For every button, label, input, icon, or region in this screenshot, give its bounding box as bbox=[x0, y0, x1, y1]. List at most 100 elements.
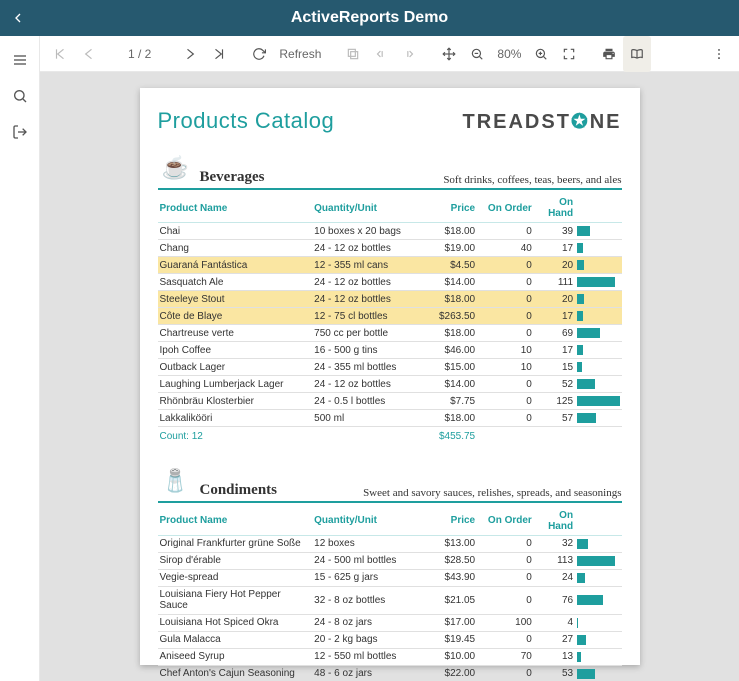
cell: $14.00 bbox=[420, 274, 477, 291]
column-header: Price bbox=[420, 194, 477, 223]
cell: $15.00 bbox=[420, 359, 477, 376]
cell: 0 bbox=[477, 376, 534, 393]
move-icon[interactable] bbox=[435, 36, 463, 72]
table-row: Outback Lager24 - 355 ml bottles$15.0010… bbox=[158, 359, 622, 376]
page-surface[interactable]: Products Catalog TREADST✪NE ☕BeveragesSo… bbox=[40, 72, 739, 681]
cell: 52 bbox=[534, 376, 575, 393]
cell: Louisiana Fiery Hot Pepper Sauce bbox=[158, 586, 313, 614]
export-icon[interactable] bbox=[0, 114, 40, 150]
cell: 15 - 625 g jars bbox=[312, 569, 420, 586]
left-rail bbox=[0, 36, 40, 681]
history-fwd-icon[interactable] bbox=[395, 36, 423, 72]
cell: Aniseed Syrup bbox=[158, 648, 313, 665]
cell: 12 - 550 ml bottles bbox=[312, 648, 420, 665]
cell: 0 bbox=[477, 631, 534, 648]
table-row: Vegie-spread15 - 625 g jars$43.90024 bbox=[158, 569, 622, 586]
toolbar: 1 / 2 Refresh bbox=[40, 36, 739, 72]
cell: 76 bbox=[534, 586, 575, 614]
cell: 24 - 355 ml bottles bbox=[312, 359, 420, 376]
next-page-icon[interactable] bbox=[177, 36, 205, 72]
back-button[interactable] bbox=[10, 0, 26, 36]
cell: 32 - 8 oz bottles bbox=[312, 586, 420, 614]
table-row: Aniseed Syrup12 - 550 ml bottles$10.0070… bbox=[158, 648, 622, 665]
table-row: Gula Malacca20 - 2 kg bags$19.45027 bbox=[158, 631, 622, 648]
table-row: Laughing Lumberjack Lager24 - 12 oz bott… bbox=[158, 376, 622, 393]
cell: $43.90 bbox=[420, 569, 477, 586]
page-indicator[interactable]: 1 / 2 bbox=[122, 47, 157, 61]
report-section: 🧂CondimentsSweet and savory sauces, reli… bbox=[158, 463, 622, 681]
bar-cell bbox=[575, 569, 621, 586]
cell: 10 bbox=[477, 359, 534, 376]
print-icon[interactable] bbox=[595, 36, 623, 72]
cell: 4 bbox=[534, 614, 575, 631]
cell: 111 bbox=[534, 274, 575, 291]
cell: 17 bbox=[534, 308, 575, 325]
menu-icon[interactable] bbox=[0, 42, 40, 78]
table-row: Côte de Blaye12 - 75 cl bottles$263.5001… bbox=[158, 308, 622, 325]
cell: 70 bbox=[477, 648, 534, 665]
cell: $18.00 bbox=[420, 410, 477, 427]
cell: 53 bbox=[534, 665, 575, 681]
cell: 0 bbox=[477, 665, 534, 681]
bar-cell bbox=[575, 665, 621, 681]
table-row: Sasquatch Ale24 - 12 oz bottles$14.00011… bbox=[158, 274, 622, 291]
search-icon[interactable] bbox=[0, 78, 40, 114]
cell: 12 boxes bbox=[312, 535, 420, 552]
cell: $18.00 bbox=[420, 223, 477, 240]
report-page: Products Catalog TREADST✪NE ☕BeveragesSo… bbox=[140, 88, 640, 665]
cell: $13.00 bbox=[420, 535, 477, 552]
cell: 0 bbox=[477, 569, 534, 586]
refresh-label[interactable]: Refresh bbox=[273, 47, 327, 61]
zoom-level[interactable]: 80% bbox=[491, 47, 527, 61]
history-back-icon[interactable] bbox=[367, 36, 395, 72]
more-icon[interactable] bbox=[705, 36, 733, 72]
cell: 0 bbox=[477, 291, 534, 308]
cell: 69 bbox=[534, 325, 575, 342]
bar-cell bbox=[575, 393, 621, 410]
zoom-out-icon[interactable] bbox=[463, 36, 491, 72]
cell: $14.00 bbox=[420, 376, 477, 393]
cell: 500 ml bbox=[312, 410, 420, 427]
table-footer: Count: 12$455.75 bbox=[158, 427, 622, 445]
gallery-icon[interactable] bbox=[339, 36, 367, 72]
cell: 48 - 6 oz jars bbox=[312, 665, 420, 681]
zoom-in-icon[interactable] bbox=[527, 36, 555, 72]
bar-cell bbox=[575, 325, 621, 342]
cell: 100 bbox=[477, 614, 534, 631]
section-desc: Sweet and savory sauces, relishes, sprea… bbox=[363, 487, 621, 499]
cell: 750 cc per bottle bbox=[312, 325, 420, 342]
single-page-icon[interactable] bbox=[623, 36, 651, 72]
cell: 0 bbox=[477, 223, 534, 240]
bar-cell bbox=[575, 552, 621, 569]
cell: 20 bbox=[534, 257, 575, 274]
cell: 0 bbox=[477, 274, 534, 291]
table-row: Guaraná Fantástica12 - 355 ml cans$4.500… bbox=[158, 257, 622, 274]
cell: Guaraná Fantástica bbox=[158, 257, 313, 274]
first-page-icon[interactable] bbox=[46, 36, 74, 72]
cell: 24 - 12 oz bottles bbox=[312, 274, 420, 291]
cell: Laughing Lumberjack Lager bbox=[158, 376, 313, 393]
document-title: Products Catalog bbox=[158, 108, 335, 134]
count-label: Count: 12 bbox=[158, 427, 313, 445]
app-title: ActiveReports Demo bbox=[291, 9, 448, 27]
viewer: 1 / 2 Refresh bbox=[40, 36, 739, 681]
table-row: Lakkalikööri500 ml$18.00057 bbox=[158, 410, 622, 427]
column-header: Quantity/Unit bbox=[312, 507, 420, 536]
refresh-icon[interactable] bbox=[245, 36, 273, 72]
cell: 24 - 500 ml bottles bbox=[312, 552, 420, 569]
cell: 12 - 75 cl bottles bbox=[312, 308, 420, 325]
section-name: Beverages bbox=[200, 169, 265, 186]
bar-cell bbox=[575, 257, 621, 274]
fullscreen-icon[interactable] bbox=[555, 36, 583, 72]
table-row: Louisiana Fiery Hot Pepper Sauce32 - 8 o… bbox=[158, 586, 622, 614]
cell: Sasquatch Ale bbox=[158, 274, 313, 291]
cell: Chartreuse verte bbox=[158, 325, 313, 342]
cell: Louisiana Hot Spiced Okra bbox=[158, 614, 313, 631]
bar-cell bbox=[575, 274, 621, 291]
bar-cell bbox=[575, 240, 621, 257]
data-table: Product NameQuantity/UnitPriceOn OrderOn… bbox=[158, 194, 622, 445]
column-header: On Hand bbox=[534, 194, 575, 223]
last-page-icon[interactable] bbox=[205, 36, 233, 72]
prev-page-icon[interactable] bbox=[74, 36, 102, 72]
cell: Sirop d'érable bbox=[158, 552, 313, 569]
